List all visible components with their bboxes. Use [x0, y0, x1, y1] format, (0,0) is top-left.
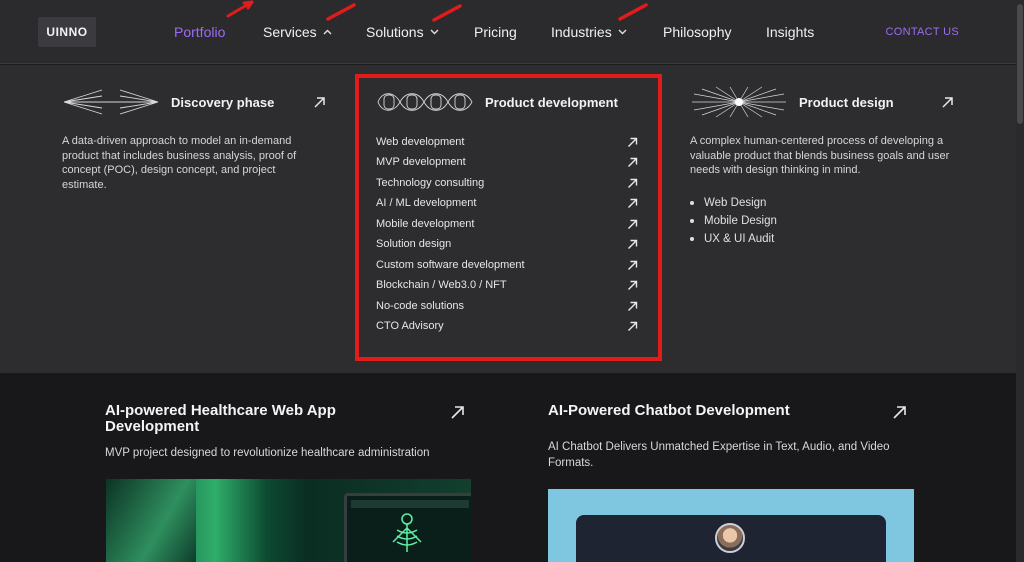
external-arrow-icon[interactable]	[627, 280, 638, 291]
link-cto-advisory[interactable]: CTO Advisory	[376, 320, 444, 332]
external-arrow-icon[interactable]	[892, 405, 907, 420]
annotation-arrow-icon	[326, 3, 356, 21]
card-chatbot-description: AI Chatbot Delivers Unmatched Expertise …	[548, 439, 890, 471]
nav-philosophy[interactable]: Philosophy	[663, 24, 732, 40]
product-design-burst-icon	[692, 86, 786, 118]
card-healthcare-title[interactable]: AI-powered Healthcare Web App Developmen…	[105, 403, 336, 435]
link-technology-consulting[interactable]: Technology consulting	[376, 177, 484, 189]
external-arrow-icon[interactable]	[627, 157, 638, 168]
nav-insights-label: Insights	[766, 24, 815, 40]
chevron-up-icon	[323, 27, 332, 38]
description-line: AI Chatbot Delivers Unmatched Expertise …	[548, 441, 890, 453]
description-line: estimate.	[62, 178, 107, 191]
chatbot-project-image[interactable]	[548, 489, 914, 562]
nav-philosophy-label: Philosophy	[663, 24, 732, 40]
external-arrow-icon[interactable]	[627, 137, 638, 148]
external-arrow-icon[interactable]	[627, 219, 638, 230]
nav-solutions[interactable]: Solutions	[366, 24, 439, 40]
nav-industries-label: Industries	[551, 24, 612, 40]
bullet-icon	[690, 219, 694, 223]
list-item-web-design[interactable]: Web Design	[690, 197, 766, 209]
nav-services[interactable]: Services	[263, 24, 332, 40]
logo[interactable]: UINNO	[38, 17, 96, 47]
nav-industries[interactable]: Industries	[551, 24, 627, 40]
doctor-figure	[106, 479, 196, 562]
product-development-title[interactable]: Product development	[485, 95, 618, 110]
description-line: needs with design thinking in mind.	[690, 164, 861, 176]
link-web-development[interactable]: Web development	[376, 136, 464, 148]
link-solution-design[interactable]: Solution design	[376, 238, 451, 250]
scrollbar-thumb[interactable]	[1017, 4, 1023, 124]
external-arrow-icon[interactable]	[313, 96, 326, 109]
external-arrow-icon[interactable]	[450, 405, 465, 420]
list-item-mobile-design[interactable]: Mobile Design	[690, 215, 777, 227]
description-line: valuable product that blends business go…	[690, 149, 950, 162]
external-arrow-icon[interactable]	[627, 260, 638, 271]
skeleton-xray-icon	[392, 513, 422, 552]
description-line: A data-driven approach to model an in-de…	[62, 135, 292, 147]
annotation-arrow-icon	[432, 4, 462, 22]
link-no-code-solutions[interactable]: No-code solutions	[376, 300, 464, 312]
nav-portfolio-label: Portfolio	[174, 24, 226, 40]
bullet-icon	[690, 201, 694, 205]
card-healthcare-description: MVP project designed to revolutionize he…	[105, 445, 430, 461]
description-line: Formats.	[548, 457, 594, 469]
link-ai-ml-development[interactable]: AI / ML development	[376, 197, 476, 209]
contact-us-link[interactable]: CONTACT US	[886, 26, 960, 38]
nav-solutions-label: Solutions	[366, 24, 424, 40]
discovery-arrows-icon	[63, 89, 159, 115]
annotation-arrow-icon	[226, 0, 254, 18]
link-mvp-development[interactable]: MVP development	[376, 156, 466, 168]
external-arrow-icon[interactable]	[627, 198, 638, 209]
external-arrow-icon[interactable]	[627, 239, 638, 250]
card-chatbot-title[interactable]: AI-Powered Chatbot Development	[548, 403, 790, 419]
bullet-icon	[690, 237, 694, 241]
description-line: MVP project designed to revolutionize he…	[105, 447, 430, 459]
annotation-arrow-icon	[618, 3, 648, 21]
description-line: product that includes business analysis,…	[62, 149, 297, 162]
chevron-down-icon	[430, 27, 439, 38]
bullet-label: Mobile Design	[704, 215, 777, 227]
external-arrow-icon[interactable]	[941, 96, 954, 109]
description-line: A complex human-centered process of deve…	[690, 135, 944, 147]
description-line: concept (POC), design concept, and proje…	[62, 164, 276, 176]
link-blockchain-web3-nft[interactable]: Blockchain / Web3.0 / NFT	[376, 279, 507, 291]
product-development-chain-icon	[377, 93, 473, 111]
discovery-phase-title[interactable]: Discovery phase	[171, 95, 274, 110]
product-design-description: A complex human-centered process of deve…	[690, 134, 949, 178]
link-custom-software-development[interactable]: Custom software development	[376, 259, 525, 271]
external-arrow-icon[interactable]	[627, 178, 638, 189]
bullet-label: Web Design	[704, 197, 767, 209]
scrollbar[interactable]	[1016, 0, 1024, 562]
external-arrow-icon[interactable]	[627, 301, 638, 312]
external-arrow-icon[interactable]	[627, 321, 638, 332]
nav-services-label: Services	[263, 24, 317, 40]
nav-insights[interactable]: Insights	[766, 24, 814, 40]
nav-pricing[interactable]: Pricing	[474, 24, 517, 40]
monitor-screen	[344, 493, 471, 562]
link-mobile-development[interactable]: Mobile development	[376, 218, 474, 230]
nav-portfolio[interactable]: Portfolio	[174, 24, 225, 40]
screen-bar	[351, 500, 469, 508]
discovery-description: A data-driven approach to model an in-de…	[62, 134, 296, 192]
top-navigation: UINNO Portfolio Services Solutions Prici…	[0, 0, 1016, 64]
card-title-line: Development	[105, 418, 200, 435]
card-title-line: AI-Powered Chatbot Development	[548, 402, 790, 419]
avatar	[715, 523, 745, 553]
healthcare-project-image[interactable]	[106, 479, 471, 562]
bullet-label: UX & UI Audit	[704, 233, 775, 245]
product-design-title[interactable]: Product design	[799, 95, 894, 110]
chevron-down-icon	[618, 27, 627, 38]
card-title-line: AI-powered Healthcare Web App	[105, 402, 336, 419]
nav-pricing-label: Pricing	[474, 24, 517, 40]
list-item-ux-ui-audit[interactable]: UX & UI Audit	[690, 233, 774, 245]
